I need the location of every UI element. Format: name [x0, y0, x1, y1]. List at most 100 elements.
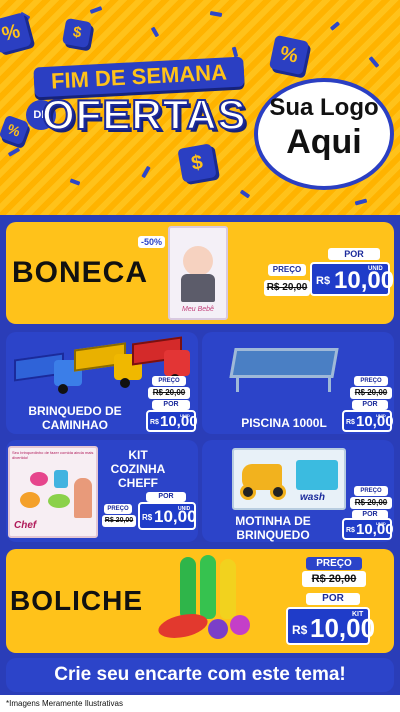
product-name: MOTINHA DE BRINQUEDO — [235, 514, 311, 542]
confetti — [141, 165, 151, 179]
wheel — [58, 384, 68, 394]
old-price: R$ 20,00 — [148, 387, 190, 399]
kitchen-child-figure — [74, 478, 92, 518]
title-main: OFERTAS — [41, 91, 247, 139]
currency: R$ — [346, 419, 355, 426]
moto-box-image: wash — [232, 448, 346, 510]
wheel — [120, 378, 130, 388]
confetti — [150, 26, 160, 38]
kitchen-item — [20, 492, 40, 508]
confetti — [354, 198, 368, 206]
cta-banner[interactable]: Crie seu encarte com este tema! — [6, 658, 394, 692]
product-name: BOLICHE — [10, 585, 143, 616]
new-price-label: POR — [152, 400, 190, 410]
product-name: KIT COZINHA CHEFF — [110, 448, 166, 490]
confetti — [368, 56, 380, 68]
product-name: PISCINA 1000L — [241, 416, 327, 430]
price-value: 10,00 — [356, 413, 394, 430]
logo-placeholder[interactable]: Sua Logo Aqui — [254, 78, 394, 190]
old-price: R$ 20,00 — [350, 387, 392, 399]
product-card-boliche[interactable]: BOLICHE PREÇO R$ 20,00 POR R$ 10,00 KIT — [6, 549, 394, 653]
product-card-motinha[interactable]: wash MOTINHA DE BRINQUEDO PREÇO R$ 20,00… — [202, 440, 394, 542]
old-price: R$ 20,00 — [264, 280, 310, 296]
price-unit: KIT — [352, 611, 364, 618]
price-value: 10,00 — [310, 613, 376, 643]
old-price: R$ 20,00 — [102, 515, 136, 527]
price-value: 10,00 — [334, 267, 394, 294]
kitchen-box-tagline: Seu brinquedinho de fazer comida ainda m… — [12, 450, 94, 460]
new-price-box: R$ 10,00 KIT — [286, 607, 375, 645]
price-unit: UNID — [376, 413, 386, 418]
new-price-label: POR — [328, 248, 380, 260]
new-price-box: R$ 10,00 UNID — [342, 518, 394, 540]
product-card-boneca[interactable]: BONECA Meu Bebê -50% PREÇO R$ 20,00 POR … — [6, 222, 394, 324]
kitchen-item — [48, 494, 70, 508]
moto-box-brand: wash — [300, 492, 326, 503]
doll-head — [183, 246, 213, 276]
bowling-ball — [230, 615, 250, 635]
old-price-label: PREÇO — [306, 557, 362, 570]
bowling-pin — [180, 557, 196, 619]
wheel — [270, 484, 286, 500]
confetti — [89, 6, 103, 14]
header-banner: % $ % $ % FIM DE SEMANA DE OFERTAS Sua L… — [0, 0, 400, 215]
pool-leg — [236, 378, 239, 392]
new-price-label: POR — [306, 593, 360, 605]
kitchen-box-image: Seu brinquedinho de fazer comida ainda m… — [8, 446, 98, 538]
price-value: 10,00 — [356, 521, 394, 538]
pool-image — [229, 348, 339, 392]
percent-cube-icon: % — [268, 34, 310, 76]
old-price: R$ 20,00 — [302, 571, 366, 587]
product-name: BONECA — [12, 256, 149, 289]
old-price-label: PREÇO — [104, 504, 132, 514]
price-unit: UNID — [178, 506, 191, 512]
confetti — [209, 10, 223, 18]
currency: R$ — [142, 513, 153, 522]
old-price-label: PREÇO — [268, 264, 306, 276]
bowling-ball — [208, 619, 228, 639]
old-price: R$ 20,00 — [350, 497, 392, 509]
truck-cab — [164, 350, 190, 376]
confetti — [239, 189, 251, 199]
bowling-pin-fallen — [156, 610, 210, 642]
old-price-label: PREÇO — [354, 376, 388, 386]
currency: R$ — [346, 527, 355, 534]
kitchen-item — [54, 470, 68, 488]
doll-box-image: Meu Bebê — [168, 226, 228, 320]
pool-leg — [328, 378, 331, 392]
new-price-label: POR — [352, 400, 388, 410]
bowling-pin — [200, 555, 216, 619]
kitchen-item — [30, 472, 48, 486]
new-price-box: R$ 10,00 UNID — [342, 410, 394, 432]
bowling-pin — [220, 559, 236, 619]
wheel — [240, 484, 256, 500]
price-unit: UNID — [180, 413, 190, 418]
product-card-kit-cozinha[interactable]: Seu brinquedinho de fazer comida ainda m… — [6, 440, 198, 542]
doll-dress — [181, 274, 215, 302]
pool-basin — [229, 348, 339, 378]
confetti — [329, 21, 341, 31]
product-card-caminhao[interactable]: BRINQUEDO DE CAMINHAO PREÇO R$ 20,00 POR… — [6, 332, 198, 434]
logo-text-line1: Sua Logo — [269, 94, 379, 121]
kitchen-box-brand: Chef — [14, 520, 37, 531]
price-unit: UNID — [368, 266, 383, 272]
confetti — [7, 147, 21, 157]
disclaimer-text: *Imagens Meramente Ilustrativas — [0, 695, 400, 712]
dollar-cube-icon: $ — [177, 143, 217, 183]
old-price-label: PREÇO — [354, 486, 388, 496]
new-price-box: R$ 10,00 UNID — [310, 262, 394, 296]
dollar-cube-icon: $ — [61, 17, 93, 49]
discount-badge: -50% — [138, 236, 166, 248]
doll-box-text: Meu Bebê — [182, 306, 214, 313]
logo-text-line2: Aqui — [286, 123, 362, 161]
old-price-label: PREÇO — [152, 376, 186, 386]
currency: R$ — [150, 419, 159, 426]
bowling-set-image — [150, 553, 260, 649]
new-price-box: R$ 10,00 UNID — [138, 502, 197, 530]
product-card-piscina[interactable]: PISCINA 1000L PREÇO R$ 20,00 POR R$ 10,0… — [202, 332, 394, 434]
confetti — [231, 46, 239, 58]
price-value: 10,00 — [160, 413, 198, 430]
new-price-label: POR — [146, 492, 186, 502]
currency: R$ — [316, 275, 331, 287]
new-price-box: R$ 10,00 UNID — [146, 410, 198, 432]
